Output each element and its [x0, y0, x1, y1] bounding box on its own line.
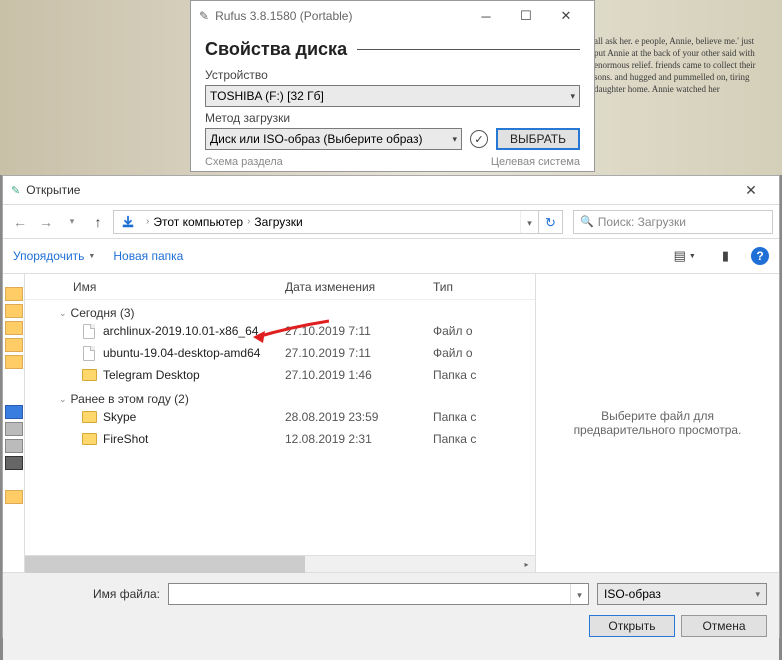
nav-back-button[interactable]: ←: [9, 211, 31, 233]
dialog-bottom-bar: Имя файла: ▾ ISO-образ ▾ Открыть Отмена: [3, 572, 779, 660]
preview-placeholder-text: Выберите файл для предварительного просм…: [556, 409, 759, 437]
help-button[interactable]: ?: [751, 247, 769, 265]
chevron-down-icon: ▼: [88, 253, 95, 260]
file-list[interactable]: Имя Дата изменения Тип ⌄ Сегодня (3) arc…: [25, 274, 535, 572]
tree-folder-icon[interactable]: [5, 287, 23, 301]
chevron-down-icon[interactable]: ▾: [570, 584, 588, 604]
folder-tree[interactable]: [3, 274, 25, 572]
breadcrumb-root[interactable]: Этот компьютер: [153, 215, 243, 229]
close-button[interactable]: ✕: [546, 1, 586, 31]
chevron-down-icon: ⌄: [59, 308, 67, 319]
dialog-nav-bar: ← → ▾ ↑ › Этот компьютер › Загрузки ▾ ↻ …: [3, 204, 779, 238]
list-header[interactable]: Имя Дата изменения Тип: [25, 274, 535, 300]
chevron-down-icon: ▾: [452, 134, 457, 145]
column-name[interactable]: Имя: [25, 280, 285, 294]
folder-icon: [81, 409, 97, 425]
folder-icon: [81, 367, 97, 383]
search-icon: 🔍: [580, 215, 594, 228]
list-item[interactable]: Skype 28.08.2019 23:59 Папка с: [25, 406, 535, 428]
chevron-down-icon: ⌄: [59, 394, 67, 405]
scrollbar-thumb[interactable]: [25, 556, 305, 573]
folder-icon: [81, 431, 97, 447]
horizontal-scrollbar[interactable]: ◂ ▸: [25, 555, 535, 572]
section-heading: Свойства диска: [205, 39, 347, 60]
rufus-window: ✎ Rufus 3.8.1580 (Portable) ─ ☐ ✕ Свойст…: [190, 0, 595, 172]
boot-select[interactable]: Диск или ISO-образ (Выберите образ) ▾: [205, 128, 462, 150]
device-select[interactable]: TOSHIBA (F:) [32 Гб] ▾: [205, 85, 580, 107]
view-options-button[interactable]: ▤▼: [670, 248, 700, 264]
boot-label: Метод загрузки: [205, 111, 580, 125]
breadcrumb[interactable]: › Этот компьютер › Загрузки ▾ ↻: [113, 210, 563, 234]
tree-folder-icon[interactable]: [5, 490, 23, 504]
file-icon: [81, 323, 97, 339]
tree-usb-icon[interactable]: [5, 456, 23, 470]
dialog-app-icon: ✎: [11, 184, 20, 197]
tree-folder-icon[interactable]: [5, 304, 23, 318]
device-label: Устройство: [205, 68, 580, 82]
verify-check-icon[interactable]: ✓: [470, 130, 488, 148]
device-value: TOSHIBA (F:) [32 Гб]: [210, 89, 324, 103]
file-open-dialog: ✎ Открытие ✕ ← → ▾ ↑ › Этот компьютер › …: [2, 175, 780, 638]
cancel-button[interactable]: Отмена: [681, 615, 767, 637]
breadcrumb-folder[interactable]: Загрузки: [254, 215, 302, 229]
rufus-titlebar[interactable]: ✎ Rufus 3.8.1580 (Portable) ─ ☐ ✕: [191, 1, 594, 31]
filename-label: Имя файла:: [15, 587, 160, 601]
tree-pc-icon[interactable]: [5, 405, 23, 419]
partition-scheme-label: Схема раздела: [205, 156, 283, 168]
rufus-app-icon: ✎: [199, 9, 209, 23]
minimize-button[interactable]: ─: [466, 1, 506, 31]
search-placeholder: Поиск: Загрузки: [598, 215, 686, 229]
rufus-title-text: Rufus 3.8.1580 (Portable): [215, 9, 352, 23]
organize-menu[interactable]: Упорядочить ▼: [13, 249, 95, 263]
tree-folder-icon[interactable]: [5, 321, 23, 335]
dialog-close-button[interactable]: ✕: [731, 176, 771, 204]
list-group-header[interactable]: ⌄ Ранее в этом году (2): [25, 392, 535, 406]
preview-pane: Выберите файл для предварительного просм…: [535, 274, 779, 572]
breadcrumb-separator: ›: [146, 216, 149, 227]
column-type[interactable]: Тип: [433, 280, 513, 294]
downloads-folder-icon: [120, 214, 136, 230]
breadcrumb-dropdown[interactable]: ▾: [520, 211, 538, 233]
breadcrumb-separator: ›: [247, 216, 250, 227]
background-book-text: all ask her. e people, Annie, believe me…: [594, 35, 764, 95]
chevron-down-icon: ▾: [755, 589, 760, 600]
list-group-header[interactable]: ⌄ Сегодня (3): [25, 306, 535, 320]
tree-folder-icon[interactable]: [5, 355, 23, 369]
heading-divider: [357, 49, 580, 50]
search-input[interactable]: 🔍 Поиск: Загрузки: [573, 210, 773, 234]
list-item[interactable]: archlinux-2019.10.01-x86_64 27.10.2019 7…: [25, 320, 535, 342]
dialog-title: Открытие: [26, 183, 80, 197]
target-system-label: Целевая система: [491, 156, 580, 168]
dialog-titlebar[interactable]: ✎ Открытие ✕: [3, 176, 779, 204]
new-folder-button[interactable]: Новая папка: [113, 249, 183, 263]
file-type-filter[interactable]: ISO-образ ▾: [597, 583, 767, 605]
tree-disk-icon[interactable]: [5, 422, 23, 436]
tree-disk-icon[interactable]: [5, 439, 23, 453]
column-modified[interactable]: Дата изменения: [285, 280, 433, 294]
dialog-toolbar: Упорядочить ▼ Новая папка ▤▼ ▮ ?: [3, 238, 779, 274]
nav-up-button[interactable]: ↑: [87, 211, 109, 233]
file-icon: [81, 345, 97, 361]
select-iso-button[interactable]: ВЫБРАТЬ: [496, 128, 580, 150]
preview-toggle-button[interactable]: ▮: [718, 248, 733, 264]
tree-folder-icon[interactable]: [5, 338, 23, 352]
scroll-right-button[interactable]: ▸: [518, 556, 535, 573]
refresh-button[interactable]: ↻: [538, 211, 562, 233]
filename-input[interactable]: ▾: [168, 583, 589, 605]
chevron-down-icon: ▾: [570, 91, 575, 102]
list-item[interactable]: ubuntu-19.04-desktop-amd64 27.10.2019 7:…: [25, 342, 535, 364]
open-button[interactable]: Открыть: [589, 615, 675, 637]
boot-value: Диск или ISO-образ (Выберите образ): [210, 132, 422, 146]
list-item[interactable]: FireShot 12.08.2019 2:31 Папка с: [25, 428, 535, 450]
nav-recent-dropdown[interactable]: ▾: [61, 211, 83, 233]
list-item[interactable]: Telegram Desktop 27.10.2019 1:46 Папка с: [25, 364, 535, 386]
maximize-button[interactable]: ☐: [506, 1, 546, 31]
nav-forward-button[interactable]: →: [35, 211, 57, 233]
